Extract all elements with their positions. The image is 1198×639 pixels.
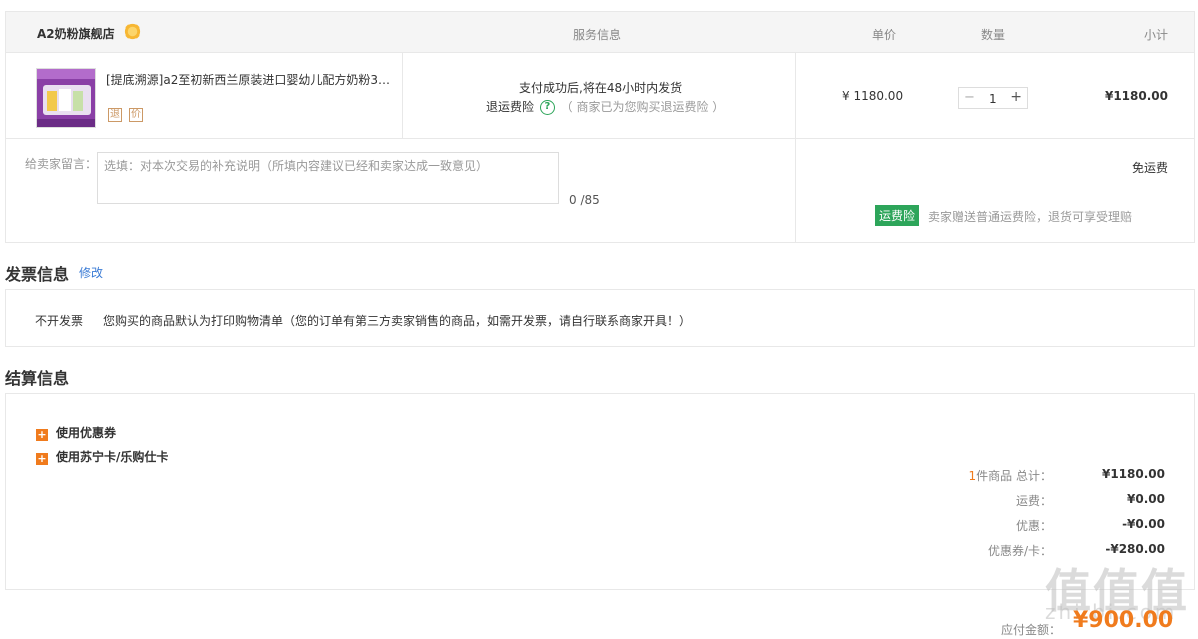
product-image-icon — [37, 69, 95, 127]
use-coupon-toggle[interactable]: + 使用优惠券 — [36, 424, 116, 441]
insurance-note: （ 商家已为您购买退运费险 ） — [560, 100, 725, 114]
col-header-subtotal: 小计 — [1144, 28, 1169, 42]
return-insurance-info: 退运费险 ? （ 商家已为您购买退运费险 ） — [486, 98, 724, 115]
col-header-unit-price: 单价 — [872, 28, 897, 42]
invoice-edit-link[interactable]: 修改 — [79, 264, 103, 281]
delivery-promise: 支付成功后,将在48小时内发货 — [519, 81, 683, 95]
price-protect-tag: 价 — [129, 108, 143, 122]
col-header-service: 服务信息 — [573, 28, 622, 42]
help-icon[interactable]: ? — [539, 100, 555, 115]
message-label: 给卖家留言： — [25, 157, 98, 171]
use-coupon-label: 使用优惠券 — [56, 426, 117, 440]
summary-coupon-value: -¥280.00 — [1105, 542, 1165, 556]
use-card-label: 使用苏宁卡/乐购仕卡 — [56, 450, 169, 464]
summary-discount-value: -¥0.00 — [1122, 517, 1165, 531]
order-header: A2奶粉旗舰店 服务信息 单价 数量 小计 — [6, 12, 1194, 53]
store-name[interactable]: A2奶粉旗舰店 — [37, 25, 115, 42]
settlement-section-title: 结算信息 — [5, 369, 70, 388]
summary-shipping-label: 运费： — [1015, 494, 1052, 508]
expand-plus-icon: + — [36, 452, 48, 465]
payable-amount: ¥900.00 — [1073, 608, 1174, 633]
shipping-insurance-badge: 运费险 — [875, 205, 920, 226]
store-badge-icon — [124, 23, 141, 40]
increase-button[interactable]: + — [1010, 89, 1022, 105]
settlement-panel: + 使用优惠券 + 使用苏宁卡/乐购仕卡 1件商品 总计： ¥1180.00 运费：… — [5, 393, 1195, 590]
summary-coupon-label: 优惠券/卡： — [987, 544, 1052, 558]
summary-total-label: 1件商品 总计： — [969, 467, 1052, 484]
divider — [402, 53, 403, 138]
item-count-suffix: 件商品 总计： — [976, 469, 1052, 483]
order-item-row: [提底溯源]a2至初新西兰原装进口婴幼儿配方奶粉3… 退 价 支付成功后,将在4… — [6, 53, 1194, 243]
unit-price: ¥ 1180.00 — [842, 89, 904, 103]
return-tag: 退 — [108, 108, 122, 122]
quantity-value[interactable]: 1 — [989, 92, 997, 106]
invoice-description: 您购买的商品默认为打印购物清单（您的订单有第三方卖家销售的商品，如需开发票，请自… — [103, 314, 692, 328]
expand-plus-icon: + — [36, 428, 48, 441]
insurance-label: 退运费险 — [486, 100, 535, 114]
summary-discount-label: 优惠： — [1015, 519, 1052, 533]
item-subtotal: ¥1180.00 — [1104, 89, 1168, 103]
product-thumbnail[interactable] — [36, 68, 96, 128]
order-panel: A2奶粉旗舰店 服务信息 单价 数量 小计 [提底溯源]a2至初新西兰原装进口婴… — [5, 11, 1195, 243]
use-card-toggle[interactable]: + 使用苏宁卡/乐购仕卡 — [36, 448, 168, 465]
seller-message-input[interactable] — [97, 152, 559, 204]
message-char-count: 0 /85 — [569, 193, 600, 207]
quantity-stepper: − 1 + — [958, 87, 1028, 109]
payable-label: 应付金额： — [1001, 623, 1062, 637]
shipping-insurance-text: 卖家赠送普通运费险，退货可享受理赔 — [928, 210, 1133, 224]
product-title-link[interactable]: [提底溯源]a2至初新西兰原装进口婴幼儿配方奶粉3… — [106, 71, 391, 88]
col-header-quantity: 数量 — [981, 28, 1006, 42]
invoice-section-title: 发票信息 — [5, 265, 70, 284]
divider — [795, 53, 796, 243]
summary-total-value: ¥1180.00 — [1101, 467, 1165, 481]
summary-shipping-value: ¥0.00 — [1127, 492, 1165, 506]
invoice-type: 不开发票 — [35, 314, 84, 328]
invoice-panel: 不开发票 您购买的商品默认为打印购物清单（您的订单有第三方卖家销售的商品，如需开… — [5, 289, 1195, 347]
decrease-button[interactable]: − — [964, 90, 975, 105]
free-shipping-label: 免运费 — [1131, 161, 1168, 175]
